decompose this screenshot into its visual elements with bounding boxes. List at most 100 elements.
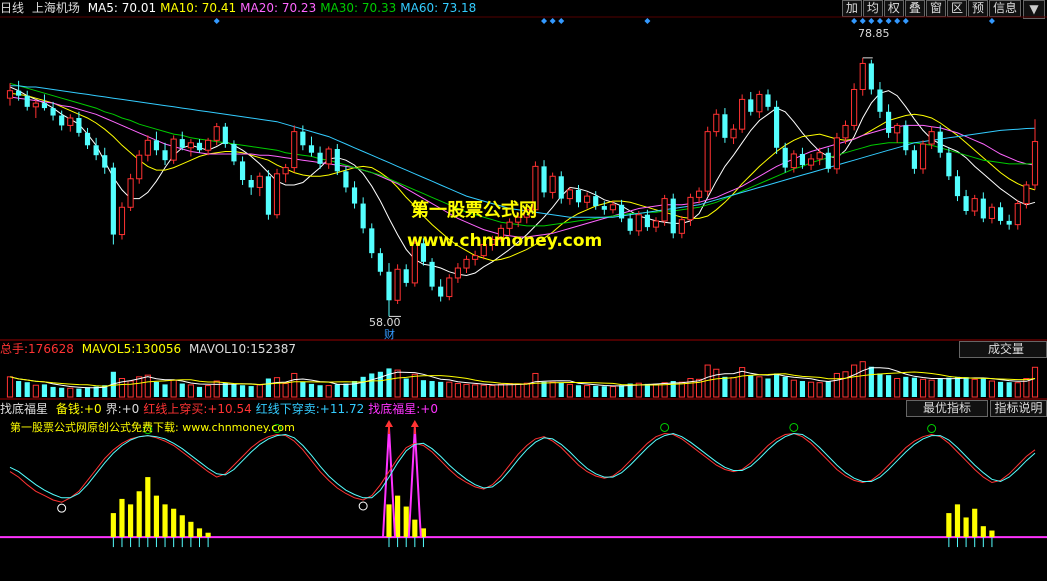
volume-bar — [807, 381, 815, 398]
candle-body — [205, 139, 212, 151]
volume-bar — [748, 375, 754, 397]
candle-body — [885, 111, 892, 133]
volume-bar — [420, 380, 427, 397]
candle-body — [93, 145, 99, 156]
volume-bar — [593, 385, 599, 397]
volume-bar — [1014, 382, 1021, 398]
volume-bar — [946, 377, 952, 397]
indicator-value-item: 红线下穿卖:+11.72 — [255, 402, 365, 416]
finance-marker[interactable]: 财 — [384, 326, 395, 342]
info-diamond-icon — [851, 18, 858, 24]
candle-body — [928, 131, 935, 145]
indicator-value-item: 红线上穿买:+10.54 — [143, 402, 252, 416]
candle-body — [790, 153, 797, 169]
signal-bar — [412, 519, 418, 538]
volume-bar — [644, 383, 650, 397]
volume-bar — [816, 382, 823, 398]
mavol10-label: MAVOL10: — [188, 342, 251, 356]
best-indicator-button[interactable]: 最优指标 — [906, 400, 988, 417]
watermark-title: 第一股票公式网 — [411, 200, 537, 221]
volume-bar — [558, 382, 564, 397]
candle-body — [782, 147, 788, 168]
candle-body — [739, 98, 746, 130]
candle-body — [765, 94, 771, 107]
candle-body — [429, 261, 435, 287]
candle-body — [76, 118, 82, 133]
candle-body — [454, 267, 461, 279]
volume-bar — [282, 383, 289, 398]
volume-bar — [997, 381, 1004, 397]
signal-bar — [403, 506, 409, 538]
volume-bar — [765, 378, 771, 397]
signal-bar — [205, 532, 211, 538]
volume-bar — [730, 377, 737, 398]
candle-body — [566, 189, 573, 200]
volume-bar — [196, 386, 203, 397]
candle-body — [67, 117, 74, 126]
candle-body — [851, 88, 858, 126]
candle-body — [438, 286, 444, 297]
candle-body — [102, 155, 108, 168]
volume-bar — [618, 385, 625, 397]
candle-body — [213, 126, 220, 141]
volume-bar — [205, 385, 212, 398]
candle-body — [127, 178, 134, 208]
candle-body — [670, 198, 676, 234]
candle-body — [222, 126, 228, 145]
candle-body — [1023, 184, 1030, 205]
volume-bar — [713, 368, 720, 398]
indicator-name: 找底福星 — [0, 402, 49, 416]
candle-body — [59, 115, 65, 126]
volume-bar — [50, 386, 56, 397]
candle-body — [231, 144, 237, 162]
volume-bar — [369, 373, 375, 397]
volume-bar — [472, 384, 479, 398]
volume-bar — [325, 385, 332, 398]
volume-total-value: 176628 — [28, 342, 74, 356]
buy-arrow-icon — [410, 420, 419, 427]
volume-bar — [532, 372, 539, 398]
signal-bar — [946, 513, 952, 538]
indicator-help-button[interactable]: 指标说明 — [990, 400, 1047, 417]
candle-body — [988, 206, 996, 219]
volume-bar — [41, 384, 48, 397]
buy-arrow-icon — [384, 420, 393, 427]
signal-bar — [171, 508, 177, 538]
signal-bar — [395, 495, 401, 538]
signal-bar — [980, 526, 986, 538]
volume-bar — [153, 381, 160, 397]
volume-bar — [213, 380, 220, 398]
mavol5-label: MAVOL5: — [81, 342, 136, 356]
volume-bar — [343, 383, 349, 397]
volume-bar — [16, 381, 22, 397]
signal-bar — [145, 477, 151, 538]
candle-body — [618, 204, 625, 219]
volume-bar — [256, 384, 263, 398]
volume-bar — [179, 383, 185, 397]
volume-bar — [584, 385, 591, 398]
candle-body — [980, 198, 986, 219]
volume-bar — [84, 387, 91, 397]
volume-bar — [497, 383, 505, 398]
volume-bar — [59, 387, 65, 397]
cyan-line — [9, 432, 1036, 499]
candle-body — [334, 149, 340, 172]
candle-body — [722, 114, 728, 138]
volume-bar — [239, 385, 246, 397]
volume-bar — [403, 378, 409, 397]
candle-body — [386, 271, 392, 301]
candle-body — [859, 62, 866, 90]
candle-body — [41, 103, 48, 109]
indicator-value-item: 找底福星:+0 — [368, 402, 438, 416]
signal-bar — [989, 530, 995, 538]
candle-body — [635, 214, 642, 232]
volume-bar — [652, 383, 660, 398]
bottom-signal-icon — [358, 501, 368, 511]
volume-indicator-button[interactable]: 成交量 — [959, 341, 1047, 358]
high-price-label: 78.85 — [858, 27, 890, 40]
candle-body — [196, 142, 203, 151]
volume-bar — [980, 378, 986, 397]
candle-body — [360, 203, 366, 229]
volume-bar — [523, 382, 530, 398]
signal-bar — [136, 491, 142, 538]
